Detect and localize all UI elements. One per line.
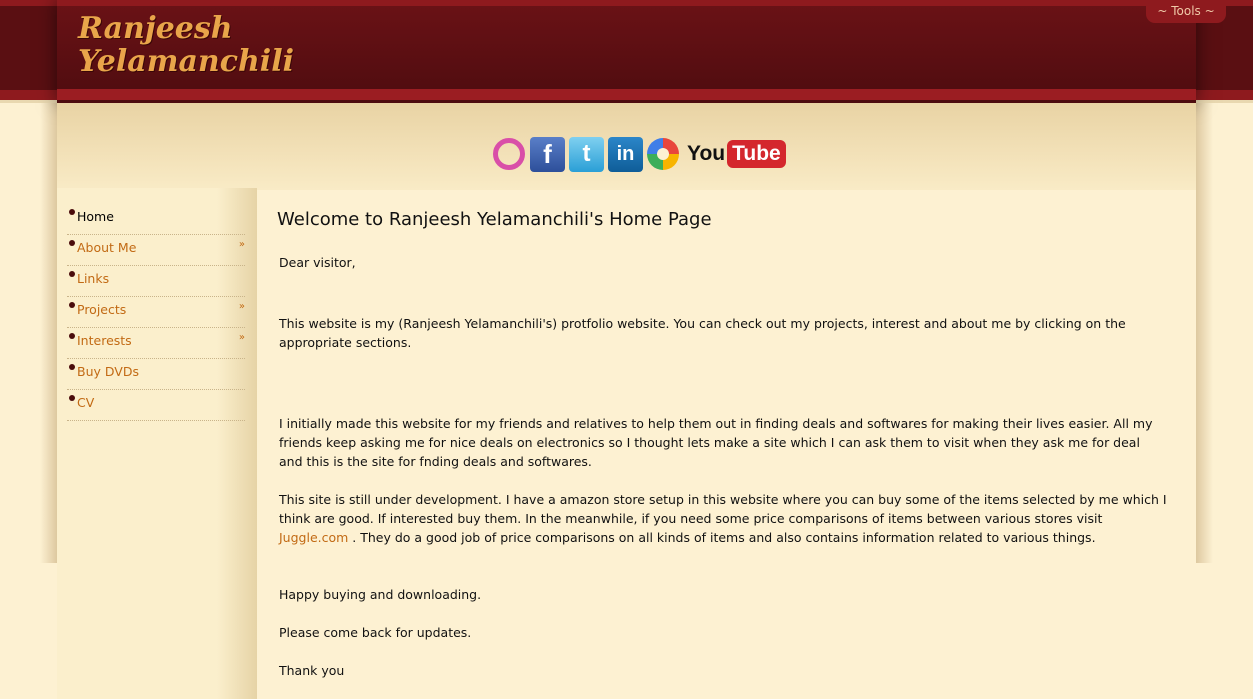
bullet-icon xyxy=(69,271,75,277)
youtube-icon[interactable]: You Tube xyxy=(687,139,786,169)
sidebar-item-label: Home xyxy=(77,209,114,224)
main-content: Welcome to Ranjeesh Yelamanchili's Home … xyxy=(277,210,1167,680)
sidebar-item-about-me[interactable]: About Me » xyxy=(67,235,245,266)
bullet-icon xyxy=(69,333,75,339)
development-text-end: . They do a good job of price comparison… xyxy=(348,530,1096,545)
bullet-icon xyxy=(69,240,75,246)
right-shadow xyxy=(1196,103,1213,563)
site-logo[interactable]: Ranjeesh Yelamanchili xyxy=(78,11,294,79)
submenu-arrow-icon: » xyxy=(238,332,245,343)
social-links: f t in You Tube xyxy=(491,136,786,172)
closing-line-3: Thank you xyxy=(279,663,345,678)
header-top-stripe xyxy=(57,0,1196,6)
bullet-icon xyxy=(69,302,75,308)
youtube-tube-text: Tube xyxy=(727,140,786,168)
tools-tab[interactable]: ~ Tools ~ xyxy=(1146,0,1226,23)
sidebar-item-label: About Me xyxy=(77,240,137,255)
sidebar-item-label: Projects xyxy=(77,302,127,317)
facebook-icon[interactable]: f xyxy=(530,136,565,172)
sidebar-item-label: Buy DVDs xyxy=(77,364,139,379)
sidebar-item-home[interactable]: Home xyxy=(67,204,245,235)
orkut-icon[interactable] xyxy=(491,137,526,172)
sidebar-item-label: CV xyxy=(77,395,95,410)
header-bottom-stripe xyxy=(57,89,1196,100)
sidebar-menu: Home About Me » Links Projects » Interes… xyxy=(67,204,245,421)
submenu-arrow-icon: » xyxy=(238,301,245,312)
bullet-icon xyxy=(69,209,75,215)
closing-line-2: Please come back for updates. xyxy=(279,625,472,640)
youtube-you-text: You xyxy=(687,142,726,165)
logo-first-name: Ranjeesh xyxy=(78,11,233,46)
closing-line-1: Happy buying and downloading. xyxy=(279,587,482,602)
sidebar-item-interests[interactable]: Interests » xyxy=(67,328,245,359)
development-paragraph: This site is still under development. I … xyxy=(279,490,1167,547)
juggle-link[interactable]: Juggle.com xyxy=(279,530,348,545)
logo-last-name: Yelamanchili xyxy=(78,44,294,79)
twitter-icon[interactable]: t xyxy=(569,136,604,172)
picasa-icon[interactable] xyxy=(647,138,679,170)
intro-paragraph: This website is my (Ranjeesh Yelamanchil… xyxy=(279,316,1126,350)
development-text-start: This site is still under development. I … xyxy=(279,492,1167,526)
sidebar-item-links[interactable]: Links xyxy=(67,266,245,297)
sidebar-item-cv[interactable]: CV xyxy=(67,390,245,421)
sidebar-item-label: Interests xyxy=(77,333,132,348)
page-title: Welcome to Ranjeesh Yelamanchili's Home … xyxy=(277,209,712,230)
purpose-paragraph: I initially made this website for my fri… xyxy=(279,416,1153,469)
bullet-icon xyxy=(69,364,75,370)
submenu-arrow-icon: » xyxy=(238,239,245,250)
left-shadow xyxy=(40,103,57,563)
greeting-text: Dear visitor, xyxy=(279,255,356,270)
sidebar-item-projects[interactable]: Projects » xyxy=(67,297,245,328)
bullet-icon xyxy=(69,395,75,401)
linkedin-icon[interactable]: in xyxy=(608,136,643,172)
sidebar-item-buy-dvds[interactable]: Buy DVDs xyxy=(67,359,245,390)
sidebar-item-label: Links xyxy=(77,271,110,286)
